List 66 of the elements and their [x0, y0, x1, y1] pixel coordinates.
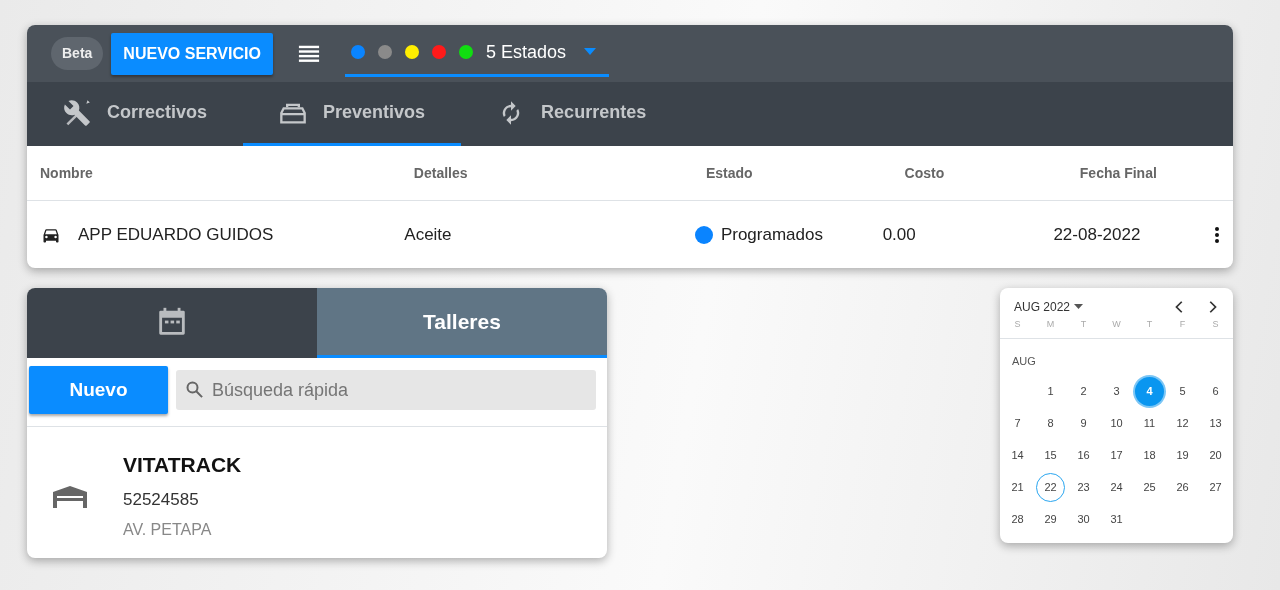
day-cell[interactable]: 9 [1069, 408, 1098, 438]
month-section-label: AUG [1011, 353, 1037, 369]
day-cell[interactable]: 21 [1003, 472, 1032, 502]
day-cell[interactable]: 3 [1102, 376, 1131, 406]
day-cell[interactable]: 26 [1168, 472, 1197, 502]
beta-badge: Beta [51, 37, 104, 70]
tools-icon [63, 98, 91, 127]
day-cell[interactable]: 27 [1201, 472, 1230, 502]
day-cell[interactable]: 23 [1069, 472, 1098, 502]
day-cell[interactable]: 8 [1036, 408, 1065, 438]
tab[interactable]: Correctivos [27, 82, 244, 146]
day-cell[interactable]: 15 [1036, 440, 1065, 470]
tab[interactable]: Preventivos [243, 82, 462, 146]
search-field[interactable]: Búsqueda rápida [176, 370, 596, 410]
day-cell[interactable]: 17 [1102, 440, 1131, 470]
day-cell[interactable]: 30 [1069, 504, 1098, 534]
tab[interactable]: Talleres [317, 288, 607, 358]
day-cell[interactable]: 2 [1069, 376, 1098, 406]
weekday-label: F [1178, 318, 1187, 331]
day-cell[interactable]: 14 [1003, 440, 1032, 470]
day-cell[interactable]: 25 [1135, 472, 1164, 502]
workshop-name: VITATRACK [123, 452, 242, 478]
tab[interactable]: Recurrentes [461, 82, 683, 146]
weekday-label: T [1145, 318, 1154, 331]
day-cell[interactable]: 18 [1135, 440, 1164, 470]
table-cell-text: APP EDUARDO GUIDOS [78, 223, 274, 246]
workshop-phone: 52524585 [123, 488, 200, 511]
column-header: Detalles [413, 163, 469, 183]
filter-label: 5 Estados [485, 40, 566, 64]
status-label: Programados [720, 223, 823, 246]
month-selector[interactable]: AUG 2022 [1014, 298, 1084, 316]
day-cell[interactable]: 10 [1102, 408, 1131, 438]
table-cell-text: 0.00 [882, 223, 917, 246]
day-cell[interactable]: 5 [1168, 376, 1197, 406]
column-header: Costo [904, 163, 946, 183]
search-icon [185, 380, 205, 400]
weekday-label: T [1079, 318, 1088, 331]
day-cell[interactable]: 12 [1168, 408, 1197, 438]
weekday-label: W [1111, 318, 1122, 331]
column-header: Nombre [40, 163, 94, 183]
column-header: Fecha Final [1079, 163, 1158, 183]
workshop-address: AV. PETAPA [123, 520, 213, 540]
day-cell[interactable]: 31 [1102, 504, 1131, 534]
day-cell[interactable]: 20 [1201, 440, 1230, 470]
caret-icon [582, 47, 597, 57]
weekday-label: S [1211, 318, 1220, 331]
status-filter-dropdown[interactable]: 5 Estados [344, 30, 609, 77]
table-cell-text: 22-08-2022 [1053, 223, 1142, 246]
day-cell[interactable]: 24 [1102, 472, 1131, 502]
day-cell[interactable]: 19 [1168, 440, 1197, 470]
weekday-label: S [1013, 318, 1022, 331]
day-cell[interactable]: 28 [1003, 504, 1032, 534]
day-cell[interactable]: 1 [1036, 376, 1065, 406]
day-cell[interactable]: 16 [1069, 440, 1098, 470]
day-cell[interactable]: 7 [1003, 408, 1032, 438]
day-cell[interactable]: 6 [1201, 376, 1230, 406]
day-cell[interactable]: 13 [1201, 408, 1230, 438]
column-header: Estado [705, 163, 754, 183]
day-cell[interactable]: 29 [1036, 504, 1065, 534]
more-options-icon [1214, 225, 1220, 244]
garage-icon [53, 483, 87, 508]
more-options-button[interactable] [1214, 225, 1220, 244]
weekday-label: M [1045, 318, 1056, 331]
table-cell-text: Aceite [404, 223, 453, 246]
caret-icon [1074, 304, 1084, 310]
day-cell[interactable]: 11 [1135, 408, 1164, 438]
